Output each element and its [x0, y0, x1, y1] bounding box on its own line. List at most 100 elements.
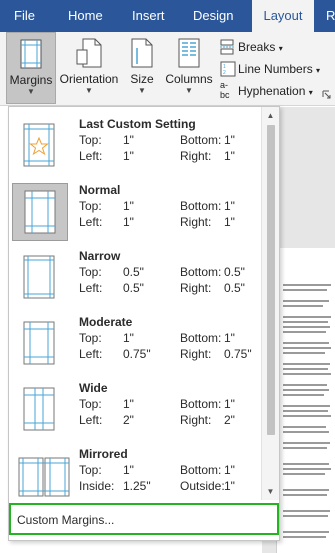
page-margins-icon	[24, 190, 56, 234]
bottom-value: 1"	[224, 463, 235, 477]
tab-references[interactable]: R	[326, 0, 335, 32]
bottom-value: 1"	[224, 331, 235, 345]
bottom-label: Bottom:	[180, 133, 222, 147]
left-value: 1.25"	[123, 479, 151, 493]
custom-margins-label: Custom Margins...	[17, 513, 115, 527]
margin-preset-moderate[interactable]: Moderate Top: 1" Bottom: 1" Left: 0.75" …	[9, 309, 261, 375]
margins-icon	[20, 39, 42, 69]
top-value: 1"	[123, 133, 134, 147]
top-value: 0.5"	[123, 265, 144, 279]
right-label: Right:	[180, 149, 212, 163]
top-label: Top:	[79, 265, 102, 279]
bottom-value: 0.5"	[224, 265, 245, 279]
hyphenation-label: Hyphenation	[238, 84, 306, 98]
preset-name: Last Custom Setting	[79, 117, 196, 131]
page-margins-icon	[23, 387, 55, 431]
tab-design[interactable]: Design	[193, 0, 233, 32]
margin-preset-narrow[interactable]: Narrow Top: 0.5" Bottom: 0.5" Left: 0.5"…	[9, 243, 261, 309]
breaks-icon	[220, 39, 234, 55]
preset-name: Wide	[79, 381, 108, 395]
left-label: Inside:	[79, 479, 115, 493]
bottom-label: Bottom:	[180, 463, 222, 477]
top-label: Top:	[79, 199, 102, 213]
document-page	[276, 248, 335, 553]
right-label: Right:	[180, 281, 212, 295]
mirrored-margins-icon	[18, 457, 70, 497]
right-value: 1"	[224, 215, 235, 229]
scroll-up-arrow-icon[interactable]: ▲	[262, 109, 279, 123]
top-value: 1"	[123, 331, 134, 345]
left-value: 0.5"	[123, 281, 144, 295]
top-value: 1"	[123, 397, 134, 411]
preset-thumbnail	[12, 249, 68, 307]
columns-button[interactable]: Columns ▼	[162, 32, 216, 104]
right-label: Right:	[180, 215, 212, 229]
margin-preset-wide[interactable]: Wide Top: 1" Bottom: 1" Left: 2" Right: …	[9, 375, 261, 441]
columns-label: Columns	[165, 72, 213, 86]
top-label: Top:	[79, 397, 102, 411]
scrollbar[interactable]: ▲ ▼	[261, 107, 279, 500]
right-value: 0.5"	[224, 281, 245, 295]
scroll-down-arrow-icon[interactable]: ▼	[262, 485, 279, 499]
top-label: Top:	[79, 463, 102, 477]
preset-name: Mirrored	[79, 447, 128, 461]
top-value: 1"	[123, 463, 134, 477]
chevron-down-icon: ▼	[138, 86, 146, 95]
left-label: Left:	[79, 215, 103, 229]
bottom-label: Bottom:	[180, 199, 222, 213]
orientation-button[interactable]: Orientation ▼	[58, 32, 120, 104]
preset-thumbnail	[12, 183, 68, 241]
line-numbers-label: Line Numbers	[238, 62, 313, 76]
scrollbar-thumb[interactable]	[267, 125, 275, 435]
preset-thumbnail	[12, 315, 68, 373]
margins-button[interactable]: Margins ▼	[6, 32, 56, 104]
breaks-label: Breaks	[238, 40, 276, 54]
dialog-launcher-icon[interactable]	[322, 90, 332, 100]
ribbon: Margins ▼ Orientation ▼ Size ▼ Columns ▼…	[0, 32, 335, 106]
size-button[interactable]: Size ▼	[124, 32, 160, 104]
margin-preset-last-custom-setting[interactable]: Last Custom Setting Top: 1" Bottom: 1" L…	[9, 111, 261, 177]
chevron-down-icon: ▼	[27, 87, 35, 96]
right-label: Right:	[180, 347, 212, 361]
margins-label: Margins	[9, 73, 53, 87]
left-label: Left:	[79, 149, 103, 163]
top-label: Top:	[79, 133, 102, 147]
bottom-label: Bottom:	[180, 397, 222, 411]
page-margins-icon	[23, 255, 55, 299]
margin-preset-normal[interactable]: Normal Top: 1" Bottom: 1" Left: 1" Right…	[9, 177, 261, 243]
right-value: 1"	[224, 479, 235, 493]
preset-name: Moderate	[79, 315, 133, 329]
left-label: Left:	[79, 413, 103, 427]
left-value: 1"	[123, 215, 134, 229]
hyphenation-icon: a- bc	[220, 80, 230, 100]
tab-home[interactable]: Home	[68, 0, 103, 32]
left-value: 0.75"	[123, 347, 151, 361]
bottom-value: 1"	[224, 397, 235, 411]
top-label: Top:	[79, 331, 102, 345]
right-value: 2"	[224, 413, 235, 427]
size-label: Size	[130, 72, 154, 86]
left-value: 1"	[123, 149, 134, 163]
star-margins-icon	[23, 123, 55, 167]
right-value: 0.75"	[224, 347, 252, 361]
page-margins-icon	[23, 321, 55, 365]
right-label: Right:	[180, 413, 212, 427]
preset-thumbnail	[12, 447, 70, 505]
svg-text:2: 2	[223, 70, 226, 76]
custom-margins-button[interactable]: Custom Margins...	[9, 503, 279, 535]
orientation-icon	[76, 38, 102, 68]
tab-file[interactable]: File	[14, 0, 35, 32]
left-label: Left:	[79, 347, 103, 361]
margin-preset-mirrored[interactable]: Mirrored Top: 1" Bottom: 1" Inside: 1.25…	[9, 441, 261, 507]
tab-insert[interactable]: Insert	[132, 0, 165, 32]
right-label: Outside:	[180, 479, 225, 493]
bottom-label: Bottom:	[180, 265, 222, 279]
bottom-label: Bottom:	[180, 331, 222, 345]
tab-layout[interactable]: Layout	[252, 0, 314, 32]
chevron-down-icon: ▼	[85, 86, 93, 95]
columns-icon	[178, 38, 200, 68]
orientation-label: Orientation	[59, 72, 119, 86]
margins-dropdown: Last Custom Setting Top: 1" Bottom: 1" L…	[8, 106, 280, 541]
preset-name: Normal	[79, 183, 121, 197]
left-value: 2"	[123, 413, 134, 427]
